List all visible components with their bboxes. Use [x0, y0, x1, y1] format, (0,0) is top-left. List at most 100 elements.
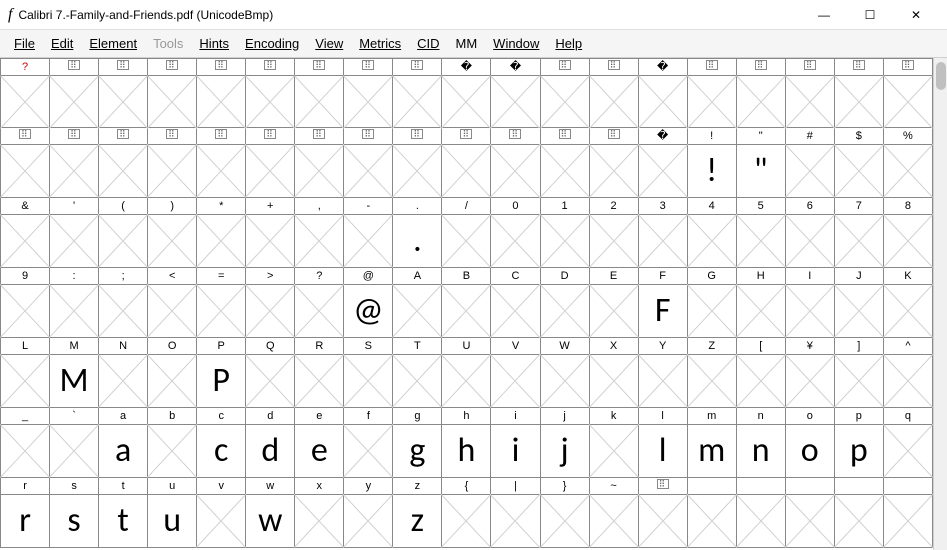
- glyph-cell[interactable]: [883, 355, 932, 408]
- glyph-cell[interactable]: g: [393, 425, 442, 478]
- glyph-cell[interactable]: [785, 76, 834, 128]
- menu-cid[interactable]: CID: [409, 32, 447, 55]
- glyph-cell[interactable]: [883, 285, 932, 338]
- glyph-cell[interactable]: [197, 145, 246, 198]
- glyph-cell[interactable]: [99, 285, 148, 338]
- glyph-cell[interactable]: [246, 145, 295, 198]
- glyph-cell[interactable]: [834, 355, 883, 408]
- glyph-cell[interactable]: c: [197, 425, 246, 478]
- glyph-cell[interactable]: [50, 76, 99, 128]
- glyph-cell[interactable]: [344, 215, 393, 268]
- maximize-button[interactable]: ☐: [847, 0, 893, 30]
- glyph-cell[interactable]: [393, 285, 442, 338]
- glyph-cell[interactable]: P: [197, 355, 246, 408]
- scrollbar-thumb[interactable]: [936, 62, 946, 90]
- glyph-cell[interactable]: [491, 145, 540, 198]
- menu-file[interactable]: File: [6, 32, 43, 55]
- glyph-cell[interactable]: [393, 76, 442, 128]
- glyph-cell[interactable]: [785, 495, 834, 548]
- glyph-cell[interactable]: [589, 215, 638, 268]
- glyph-cell[interactable]: [589, 355, 638, 408]
- glyph-cell[interactable]: [246, 76, 295, 128]
- glyph-cell[interactable]: [540, 215, 589, 268]
- glyph-cell[interactable]: [344, 355, 393, 408]
- glyph-cell[interactable]: [99, 145, 148, 198]
- glyph-cell[interactable]: [99, 76, 148, 128]
- glyph-cell[interactable]: [197, 76, 246, 128]
- glyph-cell[interactable]: [442, 355, 491, 408]
- glyph-cell[interactable]: [540, 145, 589, 198]
- glyph-cell[interactable]: [736, 355, 785, 408]
- glyph-cell[interactable]: w: [246, 495, 295, 548]
- glyph-cell[interactable]: n: [736, 425, 785, 478]
- menu-hints[interactable]: Hints: [191, 32, 237, 55]
- menu-edit[interactable]: Edit: [43, 32, 81, 55]
- glyph-cell[interactable]: z: [393, 495, 442, 548]
- glyph-cell[interactable]: [491, 76, 540, 128]
- glyph-cell[interactable]: [295, 355, 344, 408]
- glyph-grid-container[interactable]: ?����!"#$%!"&'()*+,-./012345678.9:;<=>?@…: [0, 58, 933, 550]
- glyph-cell[interactable]: [638, 215, 687, 268]
- glyph-cell[interactable]: e: [295, 425, 344, 478]
- glyph-cell[interactable]: [540, 355, 589, 408]
- glyph-cell[interactable]: [148, 425, 197, 478]
- glyph-cell[interactable]: [785, 355, 834, 408]
- glyph-cell[interactable]: [393, 355, 442, 408]
- glyph-cell[interactable]: [246, 285, 295, 338]
- glyph-cell[interactable]: [50, 145, 99, 198]
- vertical-scrollbar[interactable]: [933, 58, 947, 550]
- glyph-cell[interactable]: [540, 285, 589, 338]
- glyph-cell[interactable]: [687, 76, 736, 128]
- glyph-cell[interactable]: [834, 495, 883, 548]
- glyph-cell[interactable]: [687, 495, 736, 548]
- glyph-cell[interactable]: [491, 495, 540, 548]
- menu-encoding[interactable]: Encoding: [237, 32, 307, 55]
- glyph-cell[interactable]: [197, 215, 246, 268]
- glyph-cell[interactable]: [589, 76, 638, 128]
- glyph-cell[interactable]: [442, 495, 491, 548]
- glyph-cell[interactable]: [638, 355, 687, 408]
- glyph-cell[interactable]: l: [638, 425, 687, 478]
- glyph-cell[interactable]: [442, 285, 491, 338]
- glyph-cell[interactable]: [295, 76, 344, 128]
- glyph-cell[interactable]: s: [50, 495, 99, 548]
- glyph-cell[interactable]: [197, 285, 246, 338]
- glyph-cell[interactable]: [50, 425, 99, 478]
- glyph-cell[interactable]: [785, 215, 834, 268]
- glyph-cell[interactable]: d: [246, 425, 295, 478]
- glyph-cell[interactable]: [344, 425, 393, 478]
- glyph-cell[interactable]: [638, 76, 687, 128]
- glyph-cell[interactable]: @: [344, 285, 393, 338]
- glyph-cell[interactable]: [295, 145, 344, 198]
- glyph-cell[interactable]: [540, 495, 589, 548]
- glyph-cell[interactable]: t: [99, 495, 148, 548]
- glyph-cell[interactable]: [148, 355, 197, 408]
- menu-element[interactable]: Element: [81, 32, 145, 55]
- glyph-cell[interactable]: [50, 285, 99, 338]
- glyph-cell[interactable]: [50, 215, 99, 268]
- glyph-cell[interactable]: [491, 355, 540, 408]
- glyph-cell[interactable]: [246, 355, 295, 408]
- glyph-cell[interactable]: [442, 76, 491, 128]
- glyph-cell[interactable]: [736, 76, 785, 128]
- glyph-cell[interactable]: F: [638, 285, 687, 338]
- glyph-cell[interactable]: [344, 495, 393, 548]
- glyph-cell[interactable]: [736, 495, 785, 548]
- glyph-cell[interactable]: [442, 215, 491, 268]
- glyph-cell[interactable]: [540, 76, 589, 128]
- glyph-cell[interactable]: [1, 215, 50, 268]
- glyph-cell[interactable]: [834, 76, 883, 128]
- glyph-cell[interactable]: [295, 215, 344, 268]
- glyph-cell[interactable]: [148, 76, 197, 128]
- glyph-cell[interactable]: [295, 285, 344, 338]
- glyph-cell[interactable]: ": [736, 145, 785, 198]
- glyph-cell[interactable]: [638, 145, 687, 198]
- glyph-cell[interactable]: u: [148, 495, 197, 548]
- glyph-cell[interactable]: [785, 285, 834, 338]
- glyph-cell[interactable]: [148, 285, 197, 338]
- glyph-cell[interactable]: j: [540, 425, 589, 478]
- glyph-cell[interactable]: [99, 215, 148, 268]
- menu-view[interactable]: View: [307, 32, 351, 55]
- glyph-cell[interactable]: [638, 495, 687, 548]
- glyph-cell[interactable]: [834, 145, 883, 198]
